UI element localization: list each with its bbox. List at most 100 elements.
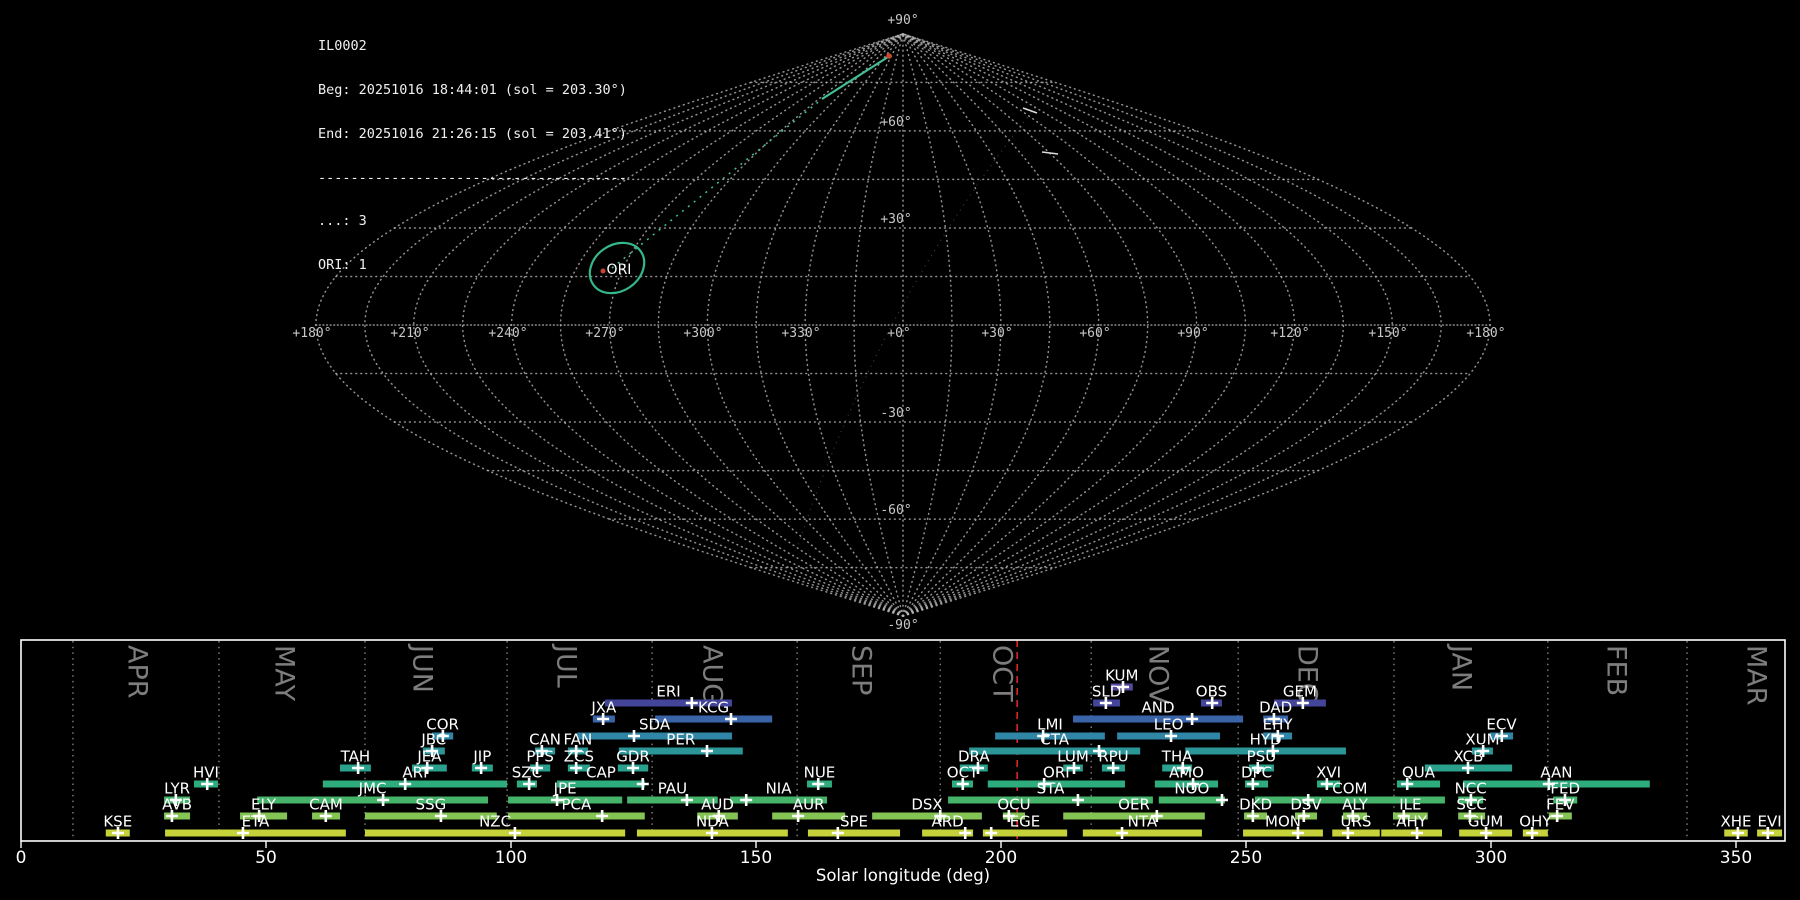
lon-label: +180° [1466,326,1505,341]
lat-label: -60° [880,503,911,518]
shower-label-FAN: FAN [564,731,593,749]
shower-label-HYD: HYD [1250,731,1282,749]
shower-peak-marker-NTA [1116,827,1128,839]
axis-tick-label: 250 [1230,848,1262,868]
shower-bar-PCA [508,813,645,820]
lon-label: +120° [1270,326,1309,341]
shower-label-OCT: OCT [947,764,979,782]
shower-label-DPC: DPC [1241,764,1272,782]
shower-bar-SDA [577,733,732,740]
shower-label-ERI: ERI [656,683,680,701]
axis-tick-label: 350 [1720,848,1752,868]
lon-label: +180° [292,326,331,341]
shower-label-NUE: NUE [804,764,836,782]
shower-label-XUM: XUM [1465,731,1499,749]
shower-label-ARD: ARD [931,813,963,831]
shower-bar-URS [1332,830,1380,837]
lat-label: +90° [887,13,918,28]
shower-bar-NOO [1159,797,1225,804]
shower-label-AHY: AHY [1396,813,1428,831]
shower-label-PCA: PCA [562,796,593,814]
axis-tick-label: 100 [495,848,527,868]
shower-label-ETA: ETA [242,813,270,831]
lon-label: +270° [585,326,624,341]
lon-label: +210° [390,326,429,341]
shower-label-NIA: NIA [766,780,793,798]
separator-line: -------------------------------------- [318,171,627,186]
shower-label-JBC: JBC [420,731,446,749]
axis-tick-label: 50 [255,848,277,868]
shower-label-ALY: ALY [1342,796,1369,814]
shower-label-OER: OER [1118,796,1150,814]
shower-peak-marker-NIA [740,794,752,806]
shower-label-TAH: TAH [340,748,371,766]
lon-label: +0° [887,326,910,341]
lon-label: +30° [981,326,1012,341]
shower-label-PER: PER [666,731,695,749]
meteor-observation-screen: +180°+150°+120°+90°+60°+30°+0°+330°+300°… [0,0,1800,900]
axis-tick-label: 150 [740,848,772,868]
shower-bar-MON [1243,830,1323,837]
shower-label-LEO: LEO [1154,716,1184,734]
shower-label-NDA: NDA [696,813,730,831]
shower-label-KCG: KCG [698,699,729,717]
shower-label-NOO: NOO [1174,780,1209,798]
sky-grid-meridian [903,34,1490,616]
shower-label-OHY: OHY [1519,813,1552,831]
shower-label-SPE: SPE [840,813,868,831]
shower-label-AUD: AUD [701,796,734,814]
shower-label-HVI: HVI [193,764,219,782]
shower-label-OCU: OCU [997,796,1030,814]
shower-label-EVI: EVI [1757,813,1781,831]
lon-label: +60° [1079,326,1110,341]
shower-peak-marker-ERI [686,697,698,709]
shower-label-FEV: FEV [1546,796,1575,814]
shower-label-AND: AND [1142,699,1175,717]
shower-bar-NTA [1083,830,1202,837]
trail-end-dot [886,53,892,59]
lon-label: +150° [1368,326,1407,341]
shower-label-KSE: KSE [103,813,132,831]
shower-bar-KCG [655,716,772,723]
shower-label-CAP: CAP [586,764,616,782]
shower-label-ELY: ELY [251,796,277,814]
axis-tick-label: 300 [1475,848,1507,868]
shower-bar-SPE [808,830,900,837]
sky-map-and-timeline-plot: +180°+150°+120°+90°+60°+30°+0°+330°+300°… [0,0,1800,900]
station-id: IL0002 [318,39,627,54]
lon-label: +300° [683,326,722,341]
shower-peak-marker-STA [1072,794,1084,806]
shower-label-DSX: DSX [911,796,942,814]
month-label: MAY [269,645,300,702]
sporadic-meteor-dash [1042,152,1058,154]
shower-label-PAU: PAU [658,780,687,798]
month-label: JAN [1446,643,1477,691]
ori-count: ORI: 1 [318,258,627,273]
month-label: JUN [406,643,437,693]
shower-label-AUR: AUR [793,796,825,814]
shower-label-SSG: SSG [416,796,447,814]
shower-label-STA: STA [1037,780,1066,798]
month-label: NOV [1142,645,1173,705]
lat-label: -90° [887,618,918,633]
month-label: SEP [845,645,876,695]
shower-label-JXA: JXA [590,699,617,717]
lat-label: -30° [880,406,911,421]
shower-label-SZC: SZC [512,764,542,782]
shower-peak-marker-EGE [985,827,997,839]
shower-label-MON: MON [1265,813,1301,831]
shower-peak-marker-NOO [1216,794,1228,806]
axis-title: Solar longitude (deg) [816,866,990,885]
observation-info-block: IL0002 Beg: 20251016 18:44:01 (sol = 203… [318,10,627,302]
shower-label-ILE: ILE [1399,796,1421,814]
shower-label-GDR: GDR [616,748,650,766]
month-label: AUG [696,645,727,704]
axis-tick-label: 200 [985,848,1017,868]
shower-bar-NZC [365,830,625,837]
sporadic-count: ...: 3 [318,214,627,229]
shower-label-JIP: JIP [472,748,491,766]
lon-label: +90° [1177,326,1208,341]
shower-peak-marker-CAP [637,778,649,790]
shower-label-DKD: DKD [1239,796,1272,814]
shower-label-XCB: XCB [1453,748,1483,766]
